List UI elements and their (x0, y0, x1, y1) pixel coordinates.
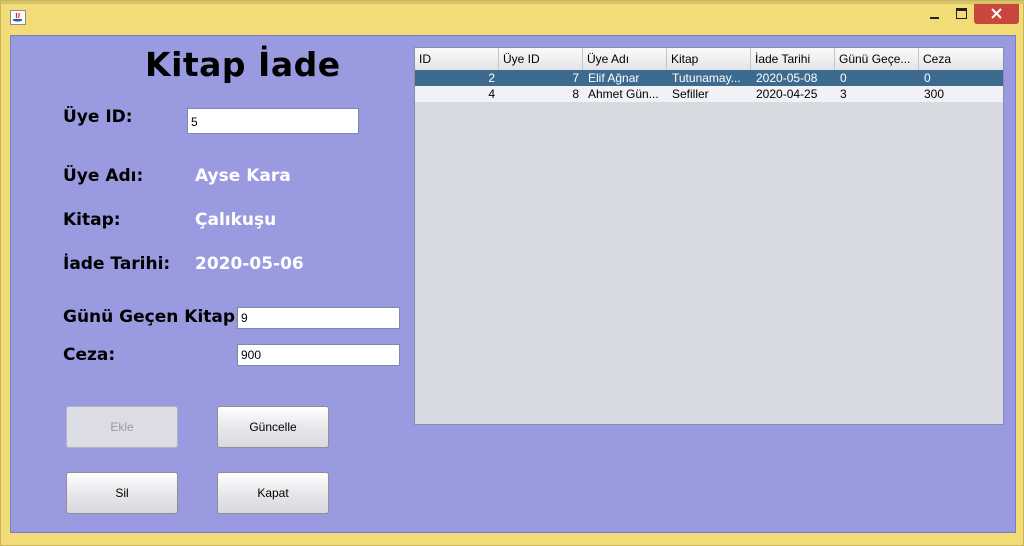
column-header-uye-adi[interactable]: Üye Adı (583, 48, 667, 70)
ekle-button[interactable]: Ekle (66, 406, 178, 448)
uye-id-label: Üye ID: (63, 107, 133, 127)
ceza-label: Ceza: (63, 345, 116, 365)
minimize-icon[interactable] (920, 4, 948, 24)
maximize-icon[interactable] (947, 4, 975, 24)
uye-id-input[interactable]: 5 (187, 108, 359, 134)
close-icon[interactable] (974, 4, 1019, 24)
column-header-uye-id[interactable]: Üye ID (499, 48, 583, 70)
cell-ceza: 0 (924, 71, 931, 85)
page-title: Kitap İade (145, 45, 341, 84)
cell-iade-tarihi: 2020-05-08 (756, 71, 818, 85)
kitap-value: Çalıkuşu (195, 210, 277, 230)
cell-iade-tarihi: 2020-04-25 (756, 87, 818, 101)
java-icon[interactable] (10, 10, 26, 25)
gunu-gecen-label: Günü Geçen Kitap: (63, 307, 242, 327)
kapat-button[interactable]: Kapat (217, 472, 329, 514)
column-header-kitap[interactable]: Kitap (667, 48, 751, 70)
cell-uye-adi: Elif Ağnar (588, 71, 640, 85)
column-header-iade-tarihi[interactable]: İade Tarihi (751, 48, 835, 70)
kitap-label: Kitap: (63, 210, 121, 230)
guncelle-button[interactable]: Güncelle (217, 406, 329, 448)
ceza-field[interactable]: 900 (237, 344, 400, 366)
gunu-gecen-field[interactable]: 9 (237, 307, 400, 329)
column-header-ceza[interactable]: Ceza (919, 48, 1003, 70)
title-bar[interactable] (1, 4, 1024, 30)
cell-kitap: Tutunamay... (672, 71, 741, 85)
table-header: ID Üye ID Üye Adı Kitap İade Tarihi Günü… (415, 48, 1003, 71)
cell-ceza: 300 (924, 87, 945, 101)
cell-id: 2 (488, 71, 495, 85)
cell-kitap: Sefiller (672, 87, 709, 101)
uye-adi-value: Ayse Kara (195, 166, 291, 186)
table-row[interactable]: 2 7 Elif Ağnar Tutunamay... 2020-05-08 0… (415, 70, 1003, 86)
cell-uye-adi: Ahmet Gün... (588, 87, 659, 101)
table-row[interactable]: 4 8 Ahmet Gün... Sefiller 2020-04-25 3 3… (415, 86, 1003, 102)
iade-table[interactable]: ID Üye ID Üye Adı Kitap İade Tarihi Günü… (414, 47, 1004, 425)
cell-gunu-gecen: 3 (840, 87, 847, 101)
sil-button[interactable]: Sil (66, 472, 178, 514)
cell-id: 4 (488, 87, 495, 101)
column-header-gunu-gecen[interactable]: Günü Geçe... (835, 48, 919, 70)
app-window: Kitap İade Üye ID: 5 Üye Adı: Ayse Kara … (0, 0, 1024, 546)
cell-uye-id: 8 (572, 87, 579, 101)
column-header-id[interactable]: ID (415, 48, 499, 70)
iade-tarihi-label: İade Tarihi: (63, 254, 171, 274)
iade-tarihi-value: 2020-05-06 (195, 254, 304, 274)
cell-gunu-gecen: 0 (840, 71, 847, 85)
cell-uye-id: 7 (572, 71, 579, 85)
uye-adi-label: Üye Adı: (63, 166, 144, 186)
